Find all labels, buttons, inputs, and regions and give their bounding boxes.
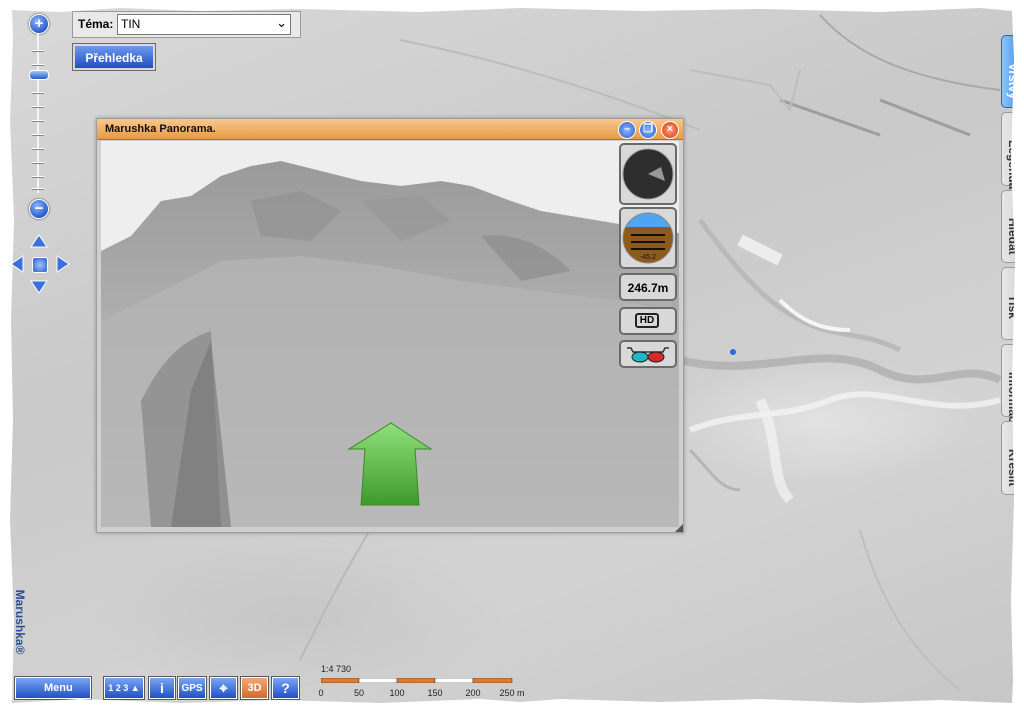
zoom-tick (32, 176, 44, 177)
pan-down-icon[interactable] (30, 280, 48, 294)
hd-toggle[interactable]: HD (619, 307, 677, 335)
panorama-3d-view[interactable]: -45.2 246.7m HD (101, 141, 679, 527)
compass-icon (622, 148, 674, 200)
tilt-indicator-icon: -45.2 (622, 212, 674, 264)
close-icon[interactable]: × (661, 121, 679, 139)
tilt-value: -45.2 (640, 254, 656, 261)
tab-label: Kreslit (1006, 449, 1020, 487)
tab-tisk[interactable]: Tisk (1001, 267, 1023, 340)
pan-up-icon[interactable] (30, 234, 48, 248)
tab-informace[interactable]: Informace (1001, 344, 1023, 429)
scale-label: 0 (318, 688, 324, 698)
tilt-control[interactable]: -45.2 (619, 207, 677, 269)
overview-map-button[interactable]: Přehledka (72, 43, 156, 71)
zoom-tick (32, 64, 44, 65)
zoom-tick (32, 134, 44, 135)
zoom-out-button[interactable]: − (29, 199, 49, 219)
tab-label: Legenda (1006, 140, 1020, 190)
restore-icon[interactable]: ❐ (639, 121, 657, 139)
measure-label: 1 2 3 (108, 683, 129, 693)
tab-vrstvy[interactable]: Vrstvy (1001, 35, 1023, 108)
help-button[interactable]: ? (271, 676, 300, 700)
scale-label: 250 m (499, 688, 525, 698)
distance-readout[interactable]: 246.7m (619, 273, 677, 301)
brand-name: Marushka® (13, 589, 27, 655)
compass-control[interactable] (619, 143, 677, 205)
brand-logo: Marushka® (11, 577, 29, 671)
info-button[interactable]: i (148, 676, 176, 700)
locate-button[interactable]: ⌖ (209, 676, 238, 700)
tab-label: Hledat (1006, 217, 1020, 255)
3d-label: 3D (247, 682, 262, 694)
zoom-tick (32, 106, 44, 107)
gps-button[interactable]: GPS (177, 676, 207, 700)
theme-dropdown-value: TIN (121, 17, 141, 31)
scale-label: 150 (427, 688, 443, 698)
zoom-tick (32, 92, 44, 93)
gps-label: GPS (181, 683, 203, 694)
chevron-down-icon: ⌄ (276, 15, 287, 30)
measure-button[interactable]: 1 2 3 ▲ (103, 676, 145, 700)
tab-label: Tisk (1006, 294, 1020, 319)
tab-legenda[interactable]: Legenda (1001, 112, 1023, 190)
menu-button[interactable]: Menu (14, 676, 92, 700)
panorama-title: Marushka Panorama. (105, 123, 216, 135)
zoom-tick (32, 148, 44, 149)
panorama-title-bar[interactable]: Marushka Panorama. – ❐ × (97, 119, 683, 140)
distance-value: 246.7m (627, 281, 669, 295)
hd-label: HD (635, 313, 659, 328)
theme-label: Téma: (78, 17, 114, 31)
theme-selector: Téma: TIN ⌄ (72, 11, 301, 38)
zoom-tick (32, 120, 44, 121)
minimize-icon[interactable]: – (618, 121, 636, 139)
tab-label: Vrstvy (1006, 62, 1020, 99)
zoom-slider-track[interactable] (37, 33, 39, 193)
zoom-tick (32, 162, 44, 163)
pan-center-button[interactable] (32, 257, 48, 273)
anaglyph-toggle[interactable] (619, 340, 677, 368)
pan-right-icon[interactable] (56, 255, 70, 273)
tab-kreslit[interactable]: Kreslit (1001, 421, 1023, 495)
zoom-in-button[interactable]: + (29, 14, 49, 34)
scale-label: 200 (465, 688, 481, 698)
panorama-window: Marushka Panorama. – ❐ × -45.2 246.7m HD (96, 118, 684, 533)
pan-left-icon[interactable] (10, 255, 24, 273)
tab-label: Informace (1006, 371, 1020, 429)
theme-dropdown[interactable]: TIN ⌄ (117, 14, 291, 35)
3d-glasses-icon (627, 347, 669, 363)
scale-bar (321, 678, 513, 683)
tab-hledat[interactable]: Hledat (1001, 190, 1023, 263)
zoom-tick (32, 188, 44, 189)
menu-label: Menu (44, 682, 73, 694)
terrain-3d-render (101, 161, 679, 527)
scale-label: 50 (353, 688, 365, 698)
scale-label: 100 (389, 688, 405, 698)
crosshair-icon: ⌖ (219, 680, 228, 697)
location-marker[interactable] (730, 349, 736, 355)
3d-button[interactable]: 3D (240, 676, 269, 700)
zoom-tick (32, 50, 44, 51)
scale-ratio: 1:4 730 (321, 664, 352, 674)
resize-grip-icon[interactable] (675, 524, 683, 532)
info-icon: i (160, 680, 164, 696)
help-icon: ? (281, 680, 290, 696)
zoom-slider-thumb[interactable] (29, 70, 49, 80)
